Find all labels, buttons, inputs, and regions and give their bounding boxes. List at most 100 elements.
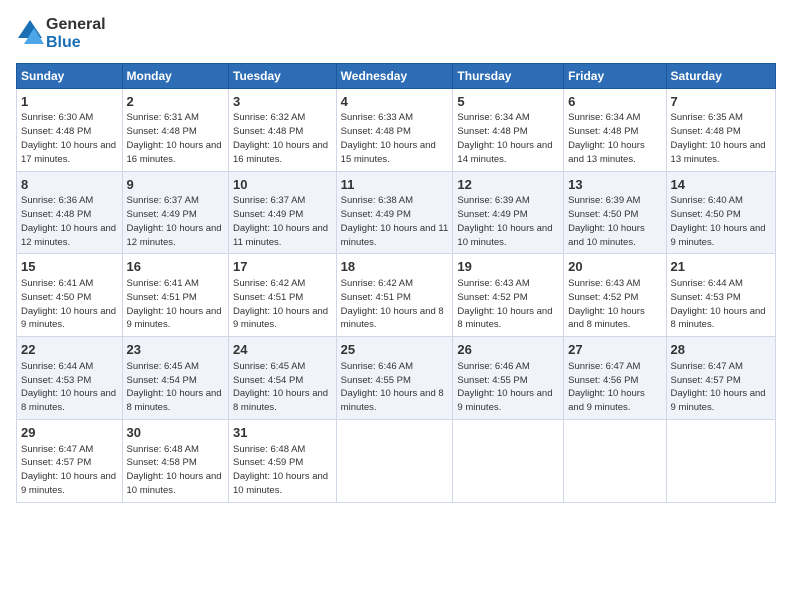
day-cell: 13Sunrise: 6:39 AMSunset: 4:50 PMDayligh… xyxy=(564,171,666,254)
day-number: 2 xyxy=(127,93,224,111)
day-info: Sunrise: 6:48 AMSunset: 4:58 PMDaylight:… xyxy=(127,444,222,496)
calendar-body: 1Sunrise: 6:30 AMSunset: 4:48 PMDaylight… xyxy=(17,88,776,502)
day-cell xyxy=(336,419,453,502)
day-cell: 23Sunrise: 6:45 AMSunset: 4:54 PMDayligh… xyxy=(122,337,228,420)
day-number: 23 xyxy=(127,341,224,359)
day-number: 5 xyxy=(457,93,559,111)
day-cell: 7Sunrise: 6:35 AMSunset: 4:48 PMDaylight… xyxy=(666,88,775,171)
day-number: 17 xyxy=(233,258,332,276)
day-number: 11 xyxy=(341,176,449,194)
day-info: Sunrise: 6:32 AMSunset: 4:48 PMDaylight:… xyxy=(233,112,328,164)
calendar-page: General Blue SundayMondayTuesdayWednesda… xyxy=(0,0,792,612)
day-number: 19 xyxy=(457,258,559,276)
day-cell: 1Sunrise: 6:30 AMSunset: 4:48 PMDaylight… xyxy=(17,88,123,171)
day-cell xyxy=(564,419,666,502)
day-number: 22 xyxy=(21,341,118,359)
day-number: 24 xyxy=(233,341,332,359)
week-row-2: 8Sunrise: 6:36 AMSunset: 4:48 PMDaylight… xyxy=(17,171,776,254)
day-cell: 11Sunrise: 6:38 AMSunset: 4:49 PMDayligh… xyxy=(336,171,453,254)
day-info: Sunrise: 6:30 AMSunset: 4:48 PMDaylight:… xyxy=(21,112,116,164)
day-info: Sunrise: 6:47 AMSunset: 4:57 PMDaylight:… xyxy=(671,361,766,413)
day-cell: 26 Sunrise: 6:46 AMSunset: 4:55 PMDayligh… xyxy=(453,337,564,420)
day-info: Sunrise: 6:31 AMSunset: 4:48 PMDaylight:… xyxy=(127,112,222,164)
day-number: 6 xyxy=(568,93,661,111)
day-cell: 30 Sunrise: 6:48 AMSunset: 4:58 PMDayligh… xyxy=(122,419,228,502)
header-cell-sunday: Sunday xyxy=(17,63,123,88)
day-info: Sunrise: 6:41 AMSunset: 4:50 PMDaylight:… xyxy=(21,278,116,330)
logo: General Blue xyxy=(16,16,106,53)
day-info: Sunrise: 6:34 AMSunset: 4:48 PMDaylight:… xyxy=(457,112,552,164)
day-number: 1 xyxy=(21,93,118,111)
day-number: 20 xyxy=(568,258,661,276)
header-cell-tuesday: Tuesday xyxy=(229,63,337,88)
day-cell: 4Sunrise: 6:33 AMSunset: 4:48 PMDaylight… xyxy=(336,88,453,171)
day-cell: 18 Sunrise: 6:42 AMSunset: 4:51 PMDayligh… xyxy=(336,254,453,337)
calendar-table: SundayMondayTuesdayWednesdayThursdayFrid… xyxy=(16,63,776,503)
day-cell: 19 Sunrise: 6:43 AMSunset: 4:52 PMDayligh… xyxy=(453,254,564,337)
day-cell: 14Sunrise: 6:40 AMSunset: 4:50 PMDayligh… xyxy=(666,171,775,254)
day-info: Sunrise: 6:42 AMSunset: 4:51 PMDaylight:… xyxy=(233,278,328,330)
day-info: Sunrise: 6:43 AMSunset: 4:52 PMDaylight:… xyxy=(568,278,645,330)
week-row-4: 22 Sunrise: 6:44 AMSunset: 4:53 PMDayligh… xyxy=(17,337,776,420)
day-info: Sunrise: 6:45 AMSunset: 4:54 PMDaylight:… xyxy=(233,361,328,413)
day-info: Sunrise: 6:42 AMSunset: 4:51 PMDaylight:… xyxy=(341,278,444,330)
logo-line1: General xyxy=(46,16,106,34)
day-cell: 27Sunrise: 6:47 AMSunset: 4:56 PMDayligh… xyxy=(564,337,666,420)
day-info: Sunrise: 6:44 AMSunset: 4:53 PMDaylight:… xyxy=(671,278,766,330)
day-info: Sunrise: 6:40 AMSunset: 4:50 PMDaylight:… xyxy=(671,195,766,247)
day-info: Sunrise: 6:47 AMSunset: 4:56 PMDaylight:… xyxy=(568,361,645,413)
day-number: 8 xyxy=(21,176,118,194)
day-info: Sunrise: 6:37 AMSunset: 4:49 PMDaylight:… xyxy=(127,195,222,247)
day-cell: 28 Sunrise: 6:47 AMSunset: 4:57 PMDayligh… xyxy=(666,337,775,420)
day-cell: 17 Sunrise: 6:42 AMSunset: 4:51 PMDayligh… xyxy=(229,254,337,337)
week-row-5: 29 Sunrise: 6:47 AMSunset: 4:57 PMDayligh… xyxy=(17,419,776,502)
day-number: 18 xyxy=(341,258,449,276)
day-cell: 2Sunrise: 6:31 AMSunset: 4:48 PMDaylight… xyxy=(122,88,228,171)
header-cell-friday: Friday xyxy=(564,63,666,88)
calendar-header-row: SundayMondayTuesdayWednesdayThursdayFrid… xyxy=(17,63,776,88)
day-cell: 25Sunrise: 6:46 AMSunset: 4:55 PMDayligh… xyxy=(336,337,453,420)
day-cell xyxy=(453,419,564,502)
day-number: 9 xyxy=(127,176,224,194)
header-cell-thursday: Thursday xyxy=(453,63,564,88)
day-cell: 16 Sunrise: 6:41 AMSunset: 4:51 PMDayligh… xyxy=(122,254,228,337)
day-info: Sunrise: 6:44 AMSunset: 4:53 PMDaylight:… xyxy=(21,361,116,413)
day-number: 26 xyxy=(457,341,559,359)
day-cell: 8Sunrise: 6:36 AMSunset: 4:48 PMDaylight… xyxy=(17,171,123,254)
day-info: Sunrise: 6:43 AMSunset: 4:52 PMDaylight:… xyxy=(457,278,552,330)
week-row-3: 15 Sunrise: 6:41 AMSunset: 4:50 PMDayligh… xyxy=(17,254,776,337)
day-cell: 5Sunrise: 6:34 AMSunset: 4:48 PMDaylight… xyxy=(453,88,564,171)
day-info: Sunrise: 6:46 AMSunset: 4:55 PMDaylight:… xyxy=(457,361,552,413)
day-number: 10 xyxy=(233,176,332,194)
day-number: 14 xyxy=(671,176,771,194)
day-cell: 3Sunrise: 6:32 AMSunset: 4:48 PMDaylight… xyxy=(229,88,337,171)
day-number: 28 xyxy=(671,341,771,359)
day-number: 30 xyxy=(127,424,224,442)
week-row-1: 1Sunrise: 6:30 AMSunset: 4:48 PMDaylight… xyxy=(17,88,776,171)
day-info: Sunrise: 6:48 AMSunset: 4:59 PMDaylight:… xyxy=(233,444,328,496)
day-info: Sunrise: 6:34 AMSunset: 4:48 PMDaylight:… xyxy=(568,112,645,164)
day-cell xyxy=(666,419,775,502)
day-cell: 10Sunrise: 6:37 AMSunset: 4:49 PMDayligh… xyxy=(229,171,337,254)
day-number: 15 xyxy=(21,258,118,276)
header: General Blue xyxy=(16,16,776,53)
day-number: 13 xyxy=(568,176,661,194)
day-cell: 31Sunrise: 6:48 AMSunset: 4:59 PMDayligh… xyxy=(229,419,337,502)
logo-line2: Blue xyxy=(46,34,106,52)
day-info: Sunrise: 6:38 AMSunset: 4:49 PMDaylight:… xyxy=(341,195,449,247)
day-number: 16 xyxy=(127,258,224,276)
day-cell: 20 Sunrise: 6:43 AMSunset: 4:52 PMDayligh… xyxy=(564,254,666,337)
day-cell: 6Sunrise: 6:34 AMSunset: 4:48 PMDaylight… xyxy=(564,88,666,171)
header-cell-wednesday: Wednesday xyxy=(336,63,453,88)
day-info: Sunrise: 6:37 AMSunset: 4:49 PMDaylight:… xyxy=(233,195,328,247)
day-info: Sunrise: 6:33 AMSunset: 4:48 PMDaylight:… xyxy=(341,112,436,164)
day-info: Sunrise: 6:47 AMSunset: 4:57 PMDaylight:… xyxy=(21,444,116,496)
day-cell: 29 Sunrise: 6:47 AMSunset: 4:57 PMDayligh… xyxy=(17,419,123,502)
day-number: 4 xyxy=(341,93,449,111)
day-number: 29 xyxy=(21,424,118,442)
day-number: 12 xyxy=(457,176,559,194)
day-info: Sunrise: 6:41 AMSunset: 4:51 PMDaylight:… xyxy=(127,278,222,330)
day-info: Sunrise: 6:36 AMSunset: 4:48 PMDaylight:… xyxy=(21,195,116,247)
day-cell: 15 Sunrise: 6:41 AMSunset: 4:50 PMDayligh… xyxy=(17,254,123,337)
header-cell-saturday: Saturday xyxy=(666,63,775,88)
